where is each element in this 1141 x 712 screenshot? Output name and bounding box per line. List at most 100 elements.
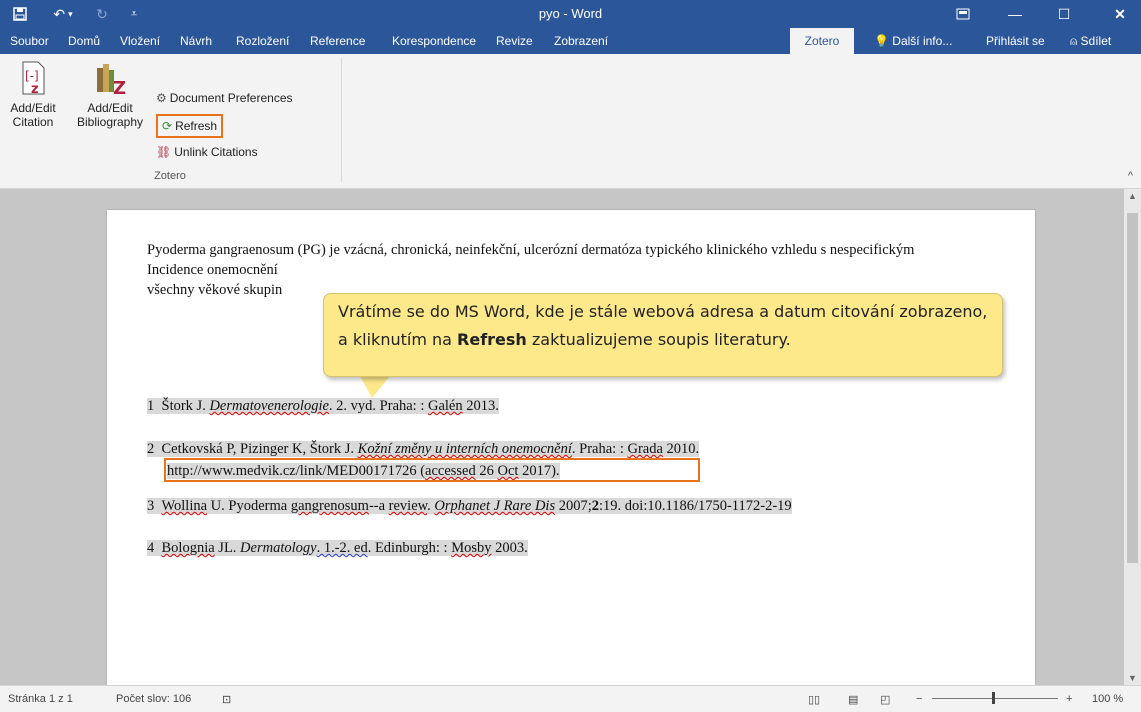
scrollbar-thumb[interactable]	[1127, 213, 1138, 563]
ref-journal: Orphanet J Rare Dis	[434, 498, 556, 514]
ref-volume: 2007;	[555, 498, 592, 514]
zoom-level[interactable]: 100 %	[1092, 693, 1123, 705]
preferences-gear-icon: ⚙	[156, 91, 167, 105]
print-layout-icon[interactable]: ▤	[848, 693, 858, 706]
callout-tail	[360, 376, 390, 398]
zoom-out-icon[interactable]: −	[916, 693, 922, 705]
ref-issue: 2	[591, 498, 600, 514]
ref-initials: JL.	[214, 540, 241, 556]
web-layout-icon[interactable]: ◰	[880, 693, 890, 706]
bibliography-icon: Z	[97, 64, 126, 99]
group-separator	[341, 58, 342, 182]
reference-item-3: 3 Wollina U. Pyoderma gangrenosum--a rev…	[147, 498, 792, 515]
refresh-icon: ⟳	[162, 119, 173, 133]
ribbon-tabs: Soubor Domů Vložení Návrh Rozložení Refe…	[0, 28, 1141, 54]
tab-soubor[interactable]: Soubor	[4, 28, 55, 54]
ref-author: Štork J.	[161, 398, 210, 414]
add-edit-citation-label: Add/Edit Citation	[10, 101, 56, 129]
add-edit-citation-button[interactable]: [-] z Add/Edit Citation	[4, 58, 62, 129]
ribbon-display-icon[interactable]	[948, 0, 978, 28]
document-area: Pyoderma gangraenosum (PG) je vzácná, ch…	[0, 189, 1124, 686]
ref-doi: :19. doi:10.1186/1750-1172-2-19	[599, 498, 792, 514]
tab-reference[interactable]: Reference	[304, 28, 371, 54]
page-indicator[interactable]: Stránka 1 z 1	[8, 693, 73, 705]
document-preferences-label: Document Preferences	[169, 91, 293, 105]
unlink-citations-button[interactable]: ⛓ Unlink Citations	[156, 142, 258, 162]
add-edit-bibliography-label: Add/Edit Bibliography	[76, 101, 144, 129]
citation-icon: [-] z	[22, 61, 45, 97]
refresh-label: Refresh	[175, 119, 218, 133]
tab-rozlozeni[interactable]: Rozložení	[230, 28, 295, 54]
ref-edition: . 1.-2. ed	[316, 540, 368, 556]
proofing-icon[interactable]: ⊡	[222, 693, 231, 706]
ref-place: . Edinburgh: :	[367, 540, 452, 556]
ref-title: Kožní změny u interních onemocnění	[357, 441, 572, 457]
ref-number: 1	[147, 398, 155, 414]
instruction-callout: Vrátíme se do MS Word, kde je stále webo…	[323, 293, 1003, 377]
zoom-in-icon[interactable]: +	[1066, 693, 1072, 705]
ref-year: 2003.	[491, 540, 528, 556]
ref-edition: . 2. vyd. Praha: :	[328, 398, 428, 414]
document-page: Pyoderma gangraenosum (PG) je vzácná, ch…	[107, 210, 1035, 686]
reference-item-1: 1 Štork J. Dermatovenerologie. 2. vyd. P…	[147, 398, 499, 415]
read-mode-icon[interactable]: ▯▯	[808, 693, 820, 706]
tab-domu[interactable]: Domů	[62, 28, 106, 54]
scroll-up-icon[interactable]: ▲	[1128, 191, 1137, 201]
svg-text:z: z	[31, 82, 39, 97]
minimize-button[interactable]: —	[998, 0, 1032, 28]
tab-korespondence[interactable]: Korespondence	[386, 28, 482, 54]
word-count[interactable]: Počet slov: 106	[116, 693, 191, 705]
maximize-button[interactable]: ☐	[1044, 0, 1084, 28]
document-preferences-button[interactable]: ⚙ Document Preferences	[156, 88, 293, 108]
ref-author: Bolognia	[161, 540, 215, 556]
vertical-scrollbar[interactable]: ▲ ▼	[1124, 189, 1141, 685]
ref-year: 2013.	[462, 398, 499, 414]
ref-title: Dermatology	[240, 540, 317, 556]
ref-author: Wollina	[161, 498, 208, 514]
ref-place: . Praha: :	[571, 441, 628, 457]
body-paragraph: Pyoderma gangraenosum (PG) je vzácná, ch…	[147, 240, 995, 300]
ref-number: 3	[147, 498, 155, 514]
reference-item-4: 4 Bolognia JL. Dermatology. 1.-2. ed. Ed…	[147, 540, 528, 557]
lightbulb-icon: 💡	[874, 34, 889, 48]
callout-text-end: zaktualizujeme soupis literatury.	[526, 330, 791, 349]
unlink-citations-label: Unlink Citations	[174, 145, 258, 159]
ref-publisher: Galén	[428, 398, 463, 414]
paragraph-line-3: Incidence onemocnění	[147, 262, 278, 278]
title-bar: ↶ ▾ ↻ ⩡ pyo - Word — ☐ ✕	[0, 0, 1141, 28]
ref-title-word: gangrenosum	[290, 498, 369, 514]
ribbon-zotero: [-] z Add/Edit Citation Z Add/Edit Bibli…	[0, 54, 1141, 189]
ref-number: 4	[147, 540, 155, 556]
ref-author: Cetkovská P, Pizinger K, Štork J.	[161, 441, 358, 457]
group-label-zotero: Zotero	[154, 170, 186, 182]
refresh-button[interactable]: ⟳ Refresh	[155, 114, 224, 138]
tab-navrh[interactable]: Návrh	[174, 28, 218, 54]
share-button[interactable]: ⍝ Sdílet	[1064, 28, 1117, 54]
svg-text:Z: Z	[113, 78, 126, 98]
zoom-slider-thumb[interactable]	[992, 692, 995, 704]
scroll-down-icon[interactable]: ▼	[1128, 673, 1137, 683]
sign-in-link[interactable]: Přihlásit se	[980, 28, 1051, 54]
callout-text-bold: Refresh	[457, 330, 527, 349]
ref-title: Dermatovenerologie	[209, 398, 329, 414]
tell-me-box[interactable]: 💡 Další info...	[868, 28, 958, 54]
ref-publisher: Mosby	[451, 540, 492, 556]
close-button[interactable]: ✕	[1100, 0, 1140, 28]
tab-vlozeni[interactable]: Vložení	[114, 28, 166, 54]
collapse-ribbon-icon[interactable]: ^	[1128, 170, 1133, 182]
svg-text:[-]: [-]	[25, 69, 39, 83]
tab-revize[interactable]: Revize	[490, 28, 539, 54]
unlink-icon: ⛓	[156, 145, 172, 159]
ref-title-end: review	[388, 498, 428, 514]
paragraph-line-1: Pyoderma gangraenosum (PG) je vzácná, ch…	[147, 242, 915, 258]
ref-title-start: U. Pyoderma	[207, 498, 291, 514]
tab-zobrazeni[interactable]: Zobrazení	[548, 28, 614, 54]
ref-publisher: Grada	[627, 441, 663, 457]
tab-zotero[interactable]: Zotero	[790, 28, 854, 54]
ref-year: 2010.	[662, 441, 700, 457]
zoom-slider[interactable]	[932, 698, 1058, 699]
tell-me-label: Další info...	[892, 34, 953, 48]
add-edit-bibliography-button[interactable]: Z Add/Edit Bibliography	[68, 58, 152, 129]
share-label: Sdílet	[1080, 34, 1112, 48]
person-icon: ⍝	[1070, 34, 1078, 48]
